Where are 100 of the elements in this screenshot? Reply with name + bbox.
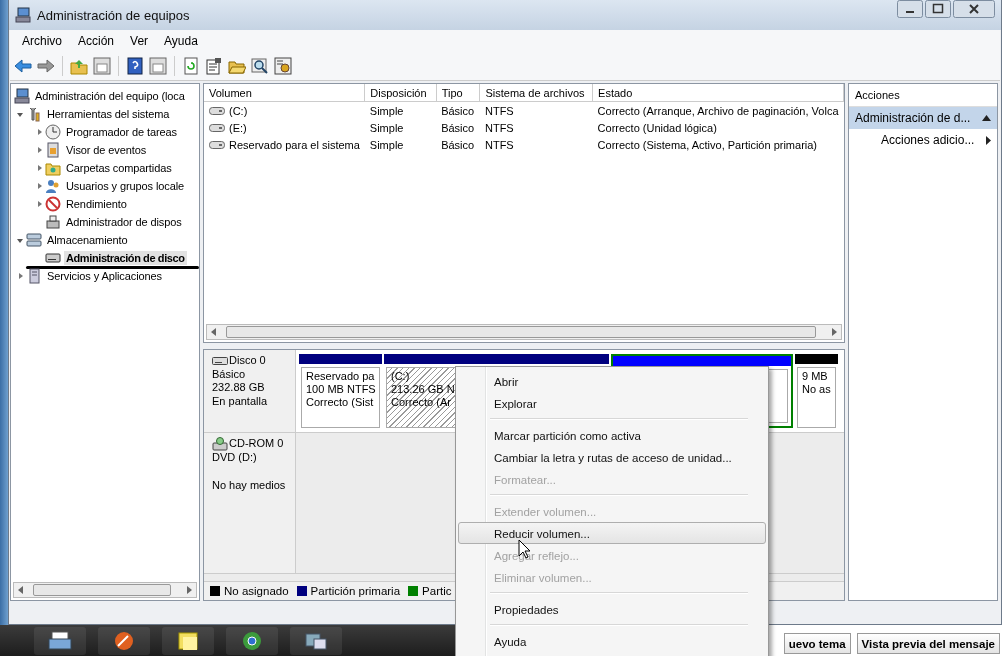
tree-item[interactable]: Administración de disco [64,251,187,265]
tree-item[interactable]: Usuarios y grupos locale [64,179,187,193]
horizontal-scrollbar[interactable] [13,582,197,598]
taskbar-button[interactable] [226,626,278,655]
taskbar-button[interactable] [290,626,342,655]
storage-icon [26,232,42,248]
page-button[interactable]: uevo tema [783,633,851,654]
tree-item[interactable]: Servicios y Aplicaciones [45,269,164,283]
table-cell: (E:) [229,121,247,134]
collapsed-arrow-icon[interactable] [35,164,43,172]
menu-item[interactable]: Ayuda [458,630,766,652]
panel-icon [149,57,167,75]
scroll-right-arrow-icon[interactable] [185,586,193,594]
no-sign-icon [45,196,61,212]
drive-icon [209,105,225,116]
collapsed-arrow-icon[interactable] [35,146,43,154]
column-header[interactable]: Estado [592,84,844,102]
column-header[interactable]: Volumen [204,84,365,102]
device-icon [45,214,61,230]
folder-up-icon [70,57,88,75]
table-cell: (C:) [229,104,248,117]
action-item[interactable]: Acciones adicio... [849,129,997,151]
help-icon [126,57,144,75]
menu-item[interactable]: Ver [122,32,157,50]
legend-label: Partición primaria [310,585,401,597]
column-header[interactable]: Tipo [436,84,480,102]
partition-text: Correcto (Ar [391,396,451,409]
expanded-arrow-icon[interactable] [16,110,24,118]
close-button[interactable] [953,0,995,18]
taskbar-button[interactable] [98,626,150,655]
submenu-arrow-icon [986,135,991,145]
tree-item[interactable]: Programador de tareas [64,125,179,139]
log-book-icon [45,142,61,158]
table-cell: Simple [369,138,404,151]
tree-item[interactable]: Visor de eventos [64,143,149,157]
tree-item[interactable]: Carpetas compartidas [64,161,174,175]
table-cell: Simple [369,104,404,117]
partition-text: 9 MB [802,370,828,383]
menu-item[interactable]: Acción [70,32,123,50]
table-cell: Correcto (Unidad lógica) [597,121,717,134]
note-icon [176,629,200,652]
maximize-button[interactable] [925,0,951,18]
refresh-icon [182,57,200,75]
menu-item[interactable]: Marcar partición como activa [458,424,766,446]
table-cell: Correcto (Arranque, Archivo de paginación, Volca [597,104,839,117]
expanded-arrow-icon[interactable] [16,236,24,244]
menu-item[interactable]: Propiedades [458,598,766,620]
partition-text: Correcto (Sist [306,396,374,409]
collapsed-arrow-icon[interactable] [35,182,43,190]
shared-folder-icon [45,160,61,176]
users-icon [45,178,61,194]
disk-detail: DVD (D:) [212,451,258,465]
menu-item[interactable]: Cambiar la letra y rutas de acceso de unidad... [458,446,766,468]
back-arrow-icon [14,57,32,75]
disk-name: CD-ROM 0 [229,437,284,451]
taskbar-button[interactable] [34,626,86,655]
taskbar-button[interactable] [162,626,214,655]
menu-item[interactable]: Explorar [458,392,766,414]
table-cell: Básico [441,138,475,151]
collapsed-arrow-icon[interactable] [35,128,43,136]
table-cell: Correcto (Sistema, Activo, Partición primaria) [597,138,818,151]
legend-label: No asignado [224,585,289,597]
tree-item[interactable]: Administrador de dispos [64,215,184,229]
page-button[interactable]: Vista previa del mensaje [856,633,1000,654]
clock-icon [45,124,61,140]
disk-drive-icon [212,355,228,366]
collapsed-arrow-icon[interactable] [35,200,43,208]
partition-text: 213.26 GB N [391,383,455,396]
scroll-right-arrow-icon[interactable] [830,328,838,336]
menu-item[interactable]: Archivo [14,32,70,50]
search-icon [251,57,269,75]
table-cell: Básico [441,104,475,117]
partition[interactable]: 9 MB No as [795,354,838,428]
collapsed-arrow-icon[interactable] [16,272,24,280]
table-cell: Simple [369,121,404,134]
scroll-left-arrow-icon[interactable] [17,586,25,594]
minimize-button[interactable] [897,0,923,18]
drive-icon [209,122,225,133]
partition-text: No as [802,383,831,396]
tree-item[interactable]: Rendimiento [64,197,129,211]
disk-name: Disco 0 [229,354,266,368]
horizontal-scrollbar[interactable] [206,324,842,340]
menu-item[interactable]: Reducir volumen... [458,522,766,544]
column-header[interactable]: Sistema de archivos [480,84,593,102]
partition[interactable]: Reservado pa 100 MB NTFS Correcto (Sist [299,354,382,428]
menu-item[interactable]: Abrir [458,370,766,392]
server-icon [26,268,42,284]
table-cell: NTFS [485,138,514,151]
cd-drive-icon [212,437,228,451]
tree-item[interactable]: Administración del equipo (loca [33,89,187,103]
menu-item[interactable]: Ayuda [156,32,206,50]
action-item[interactable]: Administración de d... [849,107,997,129]
tree-item[interactable]: Herramientas del sistema [45,107,172,121]
disk-detail: 232.88 GB [212,381,266,395]
tree-item[interactable]: Almacenamiento [45,233,130,247]
globe-icon [240,629,264,652]
table-cell: NTFS [485,104,514,117]
scroll-left-arrow-icon[interactable] [210,328,218,336]
column-header[interactable]: Disposición [364,84,437,102]
disk-detail: Básico [212,367,247,381]
